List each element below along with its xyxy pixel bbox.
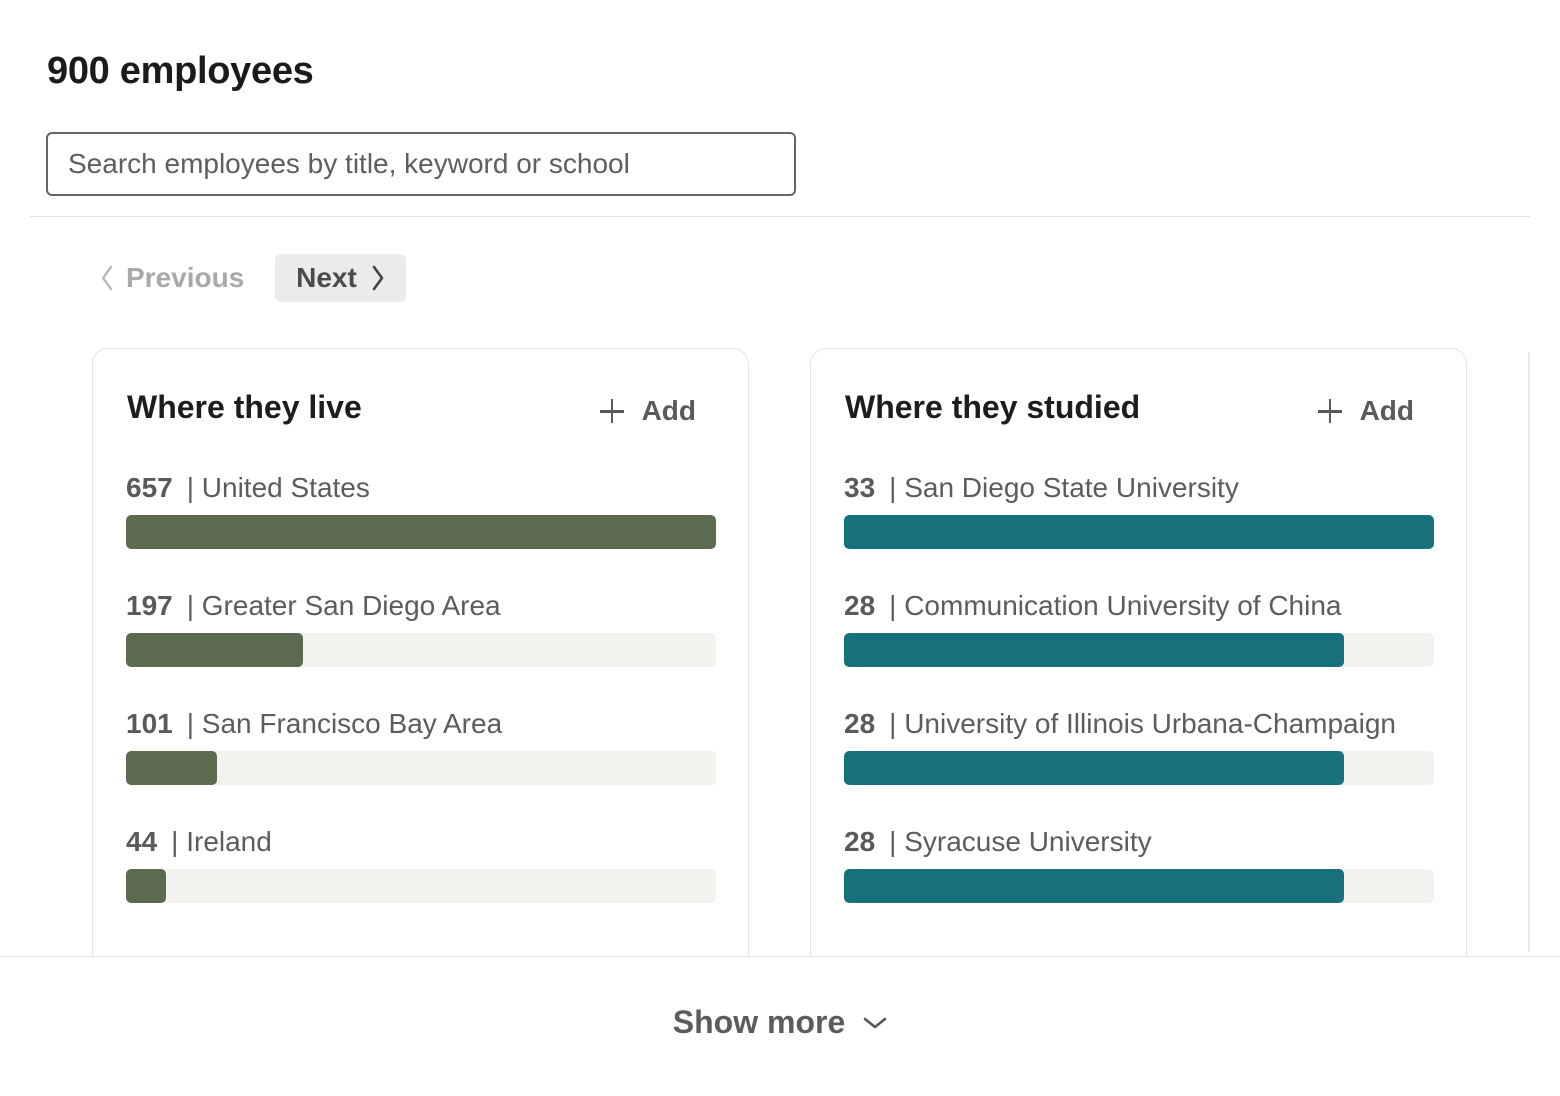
location-row[interactable]: 101 | San Francisco Bay Area xyxy=(126,707,716,785)
chevron-left-icon xyxy=(101,265,113,291)
next-card-edge xyxy=(1528,352,1530,952)
location-name: | Ireland xyxy=(171,826,272,857)
location-row[interactable]: 44 | Ireland xyxy=(126,825,716,903)
location-name: | San Francisco Bay Area xyxy=(186,708,503,739)
divider xyxy=(30,216,1530,217)
employees-panel: 900 employees Previous Next Where they l… xyxy=(0,0,1560,1096)
count: 197 xyxy=(126,590,173,621)
school-row[interactable]: 33 | San Diego State University xyxy=(844,471,1434,549)
where-they-live-card: Where they live Add 657 | United States 1… xyxy=(92,348,749,1048)
location-row[interactable]: 197 | Greater San Diego Area xyxy=(126,589,716,667)
count: 33 xyxy=(844,472,876,503)
bar-track xyxy=(844,515,1434,549)
card-title: Where they live xyxy=(127,389,362,425)
count: 101 xyxy=(126,708,173,739)
bar-fill xyxy=(126,515,716,549)
bar-fill xyxy=(126,751,217,785)
show-more-button[interactable]: Show more xyxy=(0,997,1560,1047)
add-school-button[interactable]: Add xyxy=(1317,391,1414,431)
page-title: 900 employees xyxy=(47,50,314,92)
chevron-right-icon xyxy=(372,265,384,291)
add-label: Add xyxy=(641,395,696,426)
count: 28 xyxy=(844,590,876,621)
add-label: Add xyxy=(1359,395,1414,426)
count: 28 xyxy=(844,708,876,739)
school-row[interactable]: 28 | Communication University of China xyxy=(844,589,1434,667)
school-name: | Syracuse University xyxy=(889,826,1152,857)
card-title: Where they studied xyxy=(845,389,1141,425)
bar-fill xyxy=(844,869,1345,903)
count: 28 xyxy=(844,826,876,857)
bar-track xyxy=(844,633,1434,667)
plus-icon xyxy=(599,399,624,423)
count: 44 xyxy=(126,826,158,857)
bar-fill xyxy=(844,515,1434,549)
location-row[interactable]: 657 | United States xyxy=(126,471,716,549)
next-button[interactable]: Next xyxy=(275,254,406,302)
location-name: | Greater San Diego Area xyxy=(186,590,501,621)
bar-track xyxy=(844,869,1434,903)
school-row[interactable]: 28 | University of Illinois Urbana-Champa… xyxy=(844,707,1434,785)
bar-fill xyxy=(844,751,1345,785)
bar-track xyxy=(126,515,716,549)
bar-fill xyxy=(126,869,166,903)
location-name: | United States xyxy=(186,472,370,503)
bar-fill xyxy=(126,633,303,667)
school-name: | University of Illinois Urbana-Champaig… xyxy=(889,708,1396,739)
bar-track xyxy=(126,633,716,667)
school-name: | San Diego State University xyxy=(889,472,1239,503)
bar-fill xyxy=(844,633,1345,667)
school-row[interactable]: 28 | Syracuse University xyxy=(844,825,1434,903)
bar-track xyxy=(844,751,1434,785)
chevron-down-icon xyxy=(863,1017,887,1029)
add-location-button[interactable]: Add xyxy=(599,391,696,431)
previous-button[interactable]: Previous xyxy=(94,254,250,302)
bar-track xyxy=(126,869,716,903)
where-they-studied-card: Where they studied Add 33 | San Diego Sta… xyxy=(810,348,1467,1048)
show-more-label: Show more xyxy=(672,1003,846,1040)
plus-icon xyxy=(1317,399,1342,423)
next-label: Next xyxy=(296,262,357,293)
school-name: | Communication University of China xyxy=(889,590,1342,621)
count: 657 xyxy=(126,472,173,503)
bar-track xyxy=(126,751,716,785)
footer-bar: Show more xyxy=(0,956,1560,1096)
search-input[interactable] xyxy=(46,132,796,196)
previous-label: Previous xyxy=(126,262,245,293)
